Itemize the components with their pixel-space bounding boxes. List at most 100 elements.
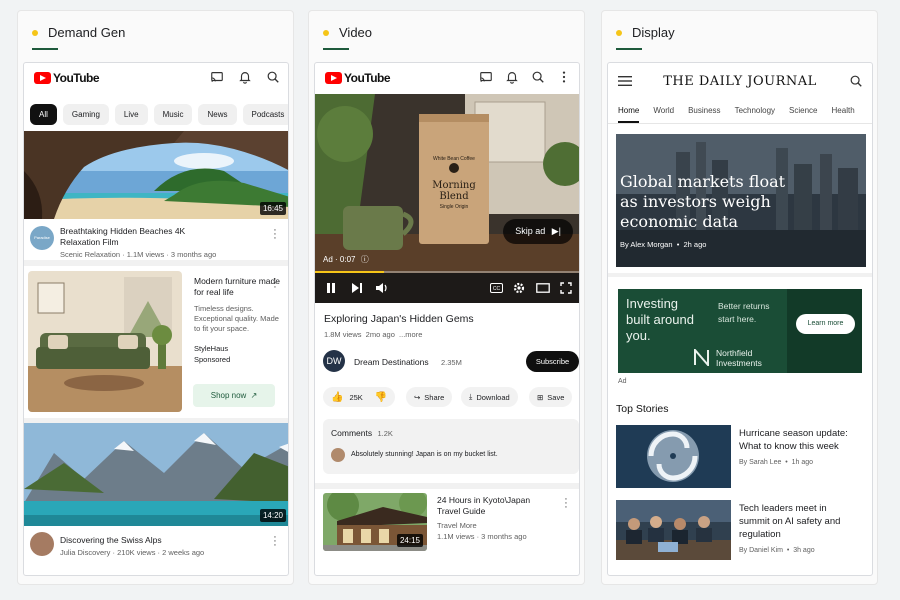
channel-avatar[interactable]: Paradise [30,226,54,250]
search-icon[interactable] [531,70,545,84]
cast-icon[interactable] [210,70,224,84]
like-dislike-button[interactable]: 👍 25K 👎 [323,387,396,407]
channel-avatar[interactable] [30,532,54,556]
external-link-icon: ↗ [250,391,258,400]
youtube-logo[interactable]: YouTube [34,71,100,85]
youtube-wordmark: YouTube [344,71,391,85]
video-stats: 1.1M views · 3 months ago [437,532,527,541]
more-vert-icon[interactable]: · · · [563,494,569,513]
share-icon: ↪ [414,392,421,402]
info-icon[interactable]: ⓘ [361,255,369,264]
chip-music[interactable]: Music [153,104,193,125]
fullscreen-icon[interactable] [560,282,572,294]
ad-countdown-text: Ad · 0:07 [323,255,356,264]
panel-header: Video [323,25,372,40]
panel-header: Display [616,25,675,40]
gear-icon[interactable] [513,282,525,294]
more-vert-icon[interactable]: · · · [272,225,278,244]
channel-name[interactable]: Dream Destinations [354,357,429,367]
volume-icon[interactable] [375,282,388,294]
chip-news[interactable]: News [198,104,237,125]
subscribe-button[interactable]: Subscribe [526,351,579,372]
share-button[interactable]: ↪ Share [406,387,453,407]
chip-all[interactable]: All [30,104,57,125]
video-player[interactable]: White Bean Coffee Morning Blend Single O… [315,94,579,303]
nav-tab-business[interactable]: Business [688,98,720,123]
next-video-meta: 24 Hours in Kyoto\Japan Travel Guide Tra… [437,495,547,541]
video-title[interactable]: Discovering the Swiss Alps [60,535,204,546]
video-duration: 14:20 [259,509,286,522]
chip-podcasts[interactable]: Podcasts [242,104,288,125]
story-thumbnail-hurricane[interactable] [616,425,731,488]
captions-icon[interactable]: CC [490,283,503,293]
phone-mockup: THE DAILY JOURNAL Home World Business Te… [607,62,873,576]
video-meta-beach: Paradise Breathtaking Hidden Beaches 4K … [30,226,270,259]
video-thumbnail-alps[interactable]: 14:20 [24,423,288,526]
divider [24,260,288,266]
learn-more-button[interactable]: Learn more [796,314,855,334]
ad-image-furniture[interactable] [28,271,182,412]
comments-section[interactable]: Comments 1.2K Absolutely stunning! Japan… [323,419,579,474]
save-button[interactable]: ⊞ Save [529,387,573,407]
skip-next-icon[interactable] [351,282,363,294]
masthead[interactable]: THE DAILY JOURNAL [608,74,872,89]
ad-brand-line2: Investments [716,357,762,368]
search-icon[interactable] [849,74,863,88]
next-video-thumbnail[interactable]: 24:15 [323,493,427,551]
product-name-line1: Morning [432,180,476,191]
nav-tab-science[interactable]: Science [789,98,817,123]
video-title[interactable]: 24 Hours in Kyoto\Japan Travel Guide [437,495,547,517]
theater-mode-icon[interactable] [536,283,550,293]
story-2: Tech leaders meet in summit on AI safety… [739,502,849,554]
story-title[interactable]: Tech leaders meet in summit on AI safety… [739,502,849,541]
accent-dot [616,29,622,36]
video-title[interactable]: Breathtaking Hidden Beaches 4K Relaxatio… [60,226,210,248]
story-thumbnail-summit[interactable] [616,500,731,560]
hero-article[interactable]: Global markets float as investors weigh … [616,134,866,267]
search-icon[interactable] [266,70,280,84]
channel-avatar[interactable]: DW [323,350,345,372]
nav-tab-health[interactable]: Health [832,98,855,123]
video-stats[interactable]: 1.8M views 2mo ago ...more [324,330,422,339]
chip-gaming[interactable]: Gaming [62,104,109,125]
download-button[interactable]: ⤓ Download [461,387,518,407]
thumbs-up-icon: 👍 [331,391,344,403]
bell-icon[interactable] [238,70,252,84]
nav-tab-home[interactable]: Home [618,98,640,123]
demand-gen-panel: Demand Gen YouTube All Gaming Live Music… [17,10,294,585]
video-channel[interactable]: Travel More [437,521,547,530]
share-label: Share [424,392,445,402]
story-title[interactable]: Hurricane season update: What to know th… [739,427,849,453]
video-thumbnail-beach[interactable]: 16:45 [24,131,288,219]
hero-headline[interactable]: Global markets float as investors weigh … [620,172,795,232]
nav-tab-technology[interactable]: Technology [735,98,775,123]
chip-live[interactable]: Live [114,104,148,125]
hurricane-image [616,425,731,488]
more-vert-icon[interactable]: · · · [272,532,278,551]
nav-tab-world[interactable]: World [653,98,674,123]
cast-icon[interactable] [479,70,493,84]
display-ad-banner[interactable]: Investing built around you. Better retur… [618,289,862,373]
ad-title[interactable]: Modern furniture made for real life [194,276,280,298]
save-label: Save [547,392,565,402]
youtube-play-icon [34,72,51,84]
skip-ad-button[interactable]: Skip ad ▶| [503,219,573,244]
youtube-wordmark: YouTube [53,71,100,85]
thumbs-down-icon: 👎 [374,391,388,403]
youtube-header: YouTube [315,63,579,91]
panel-underline [616,48,642,50]
shop-now-button[interactable]: Shop now ↗ [193,384,275,407]
pause-icon[interactable] [325,282,337,294]
ad-subheadline: Better returns start here. [718,301,770,324]
video-title[interactable]: Exploring Japan's Hidden Gems [324,313,474,325]
product-name-line2: Blend [439,191,469,202]
panel-underline [32,48,58,50]
youtube-logo[interactable]: YouTube [325,71,391,85]
more-vert-icon[interactable]: · · · [272,274,278,293]
video-stats: Scenic Relaxation · 1.1M views · 3 month… [60,250,217,259]
bell-icon[interactable] [505,70,519,84]
story-byline: By Sarah Lee • 1h ago [739,459,814,466]
more-vert-icon[interactable] [557,70,571,84]
category-chips: All Gaming Live Music News Podcasts [30,104,288,125]
comments-header: Comments 1.2K [331,428,393,438]
